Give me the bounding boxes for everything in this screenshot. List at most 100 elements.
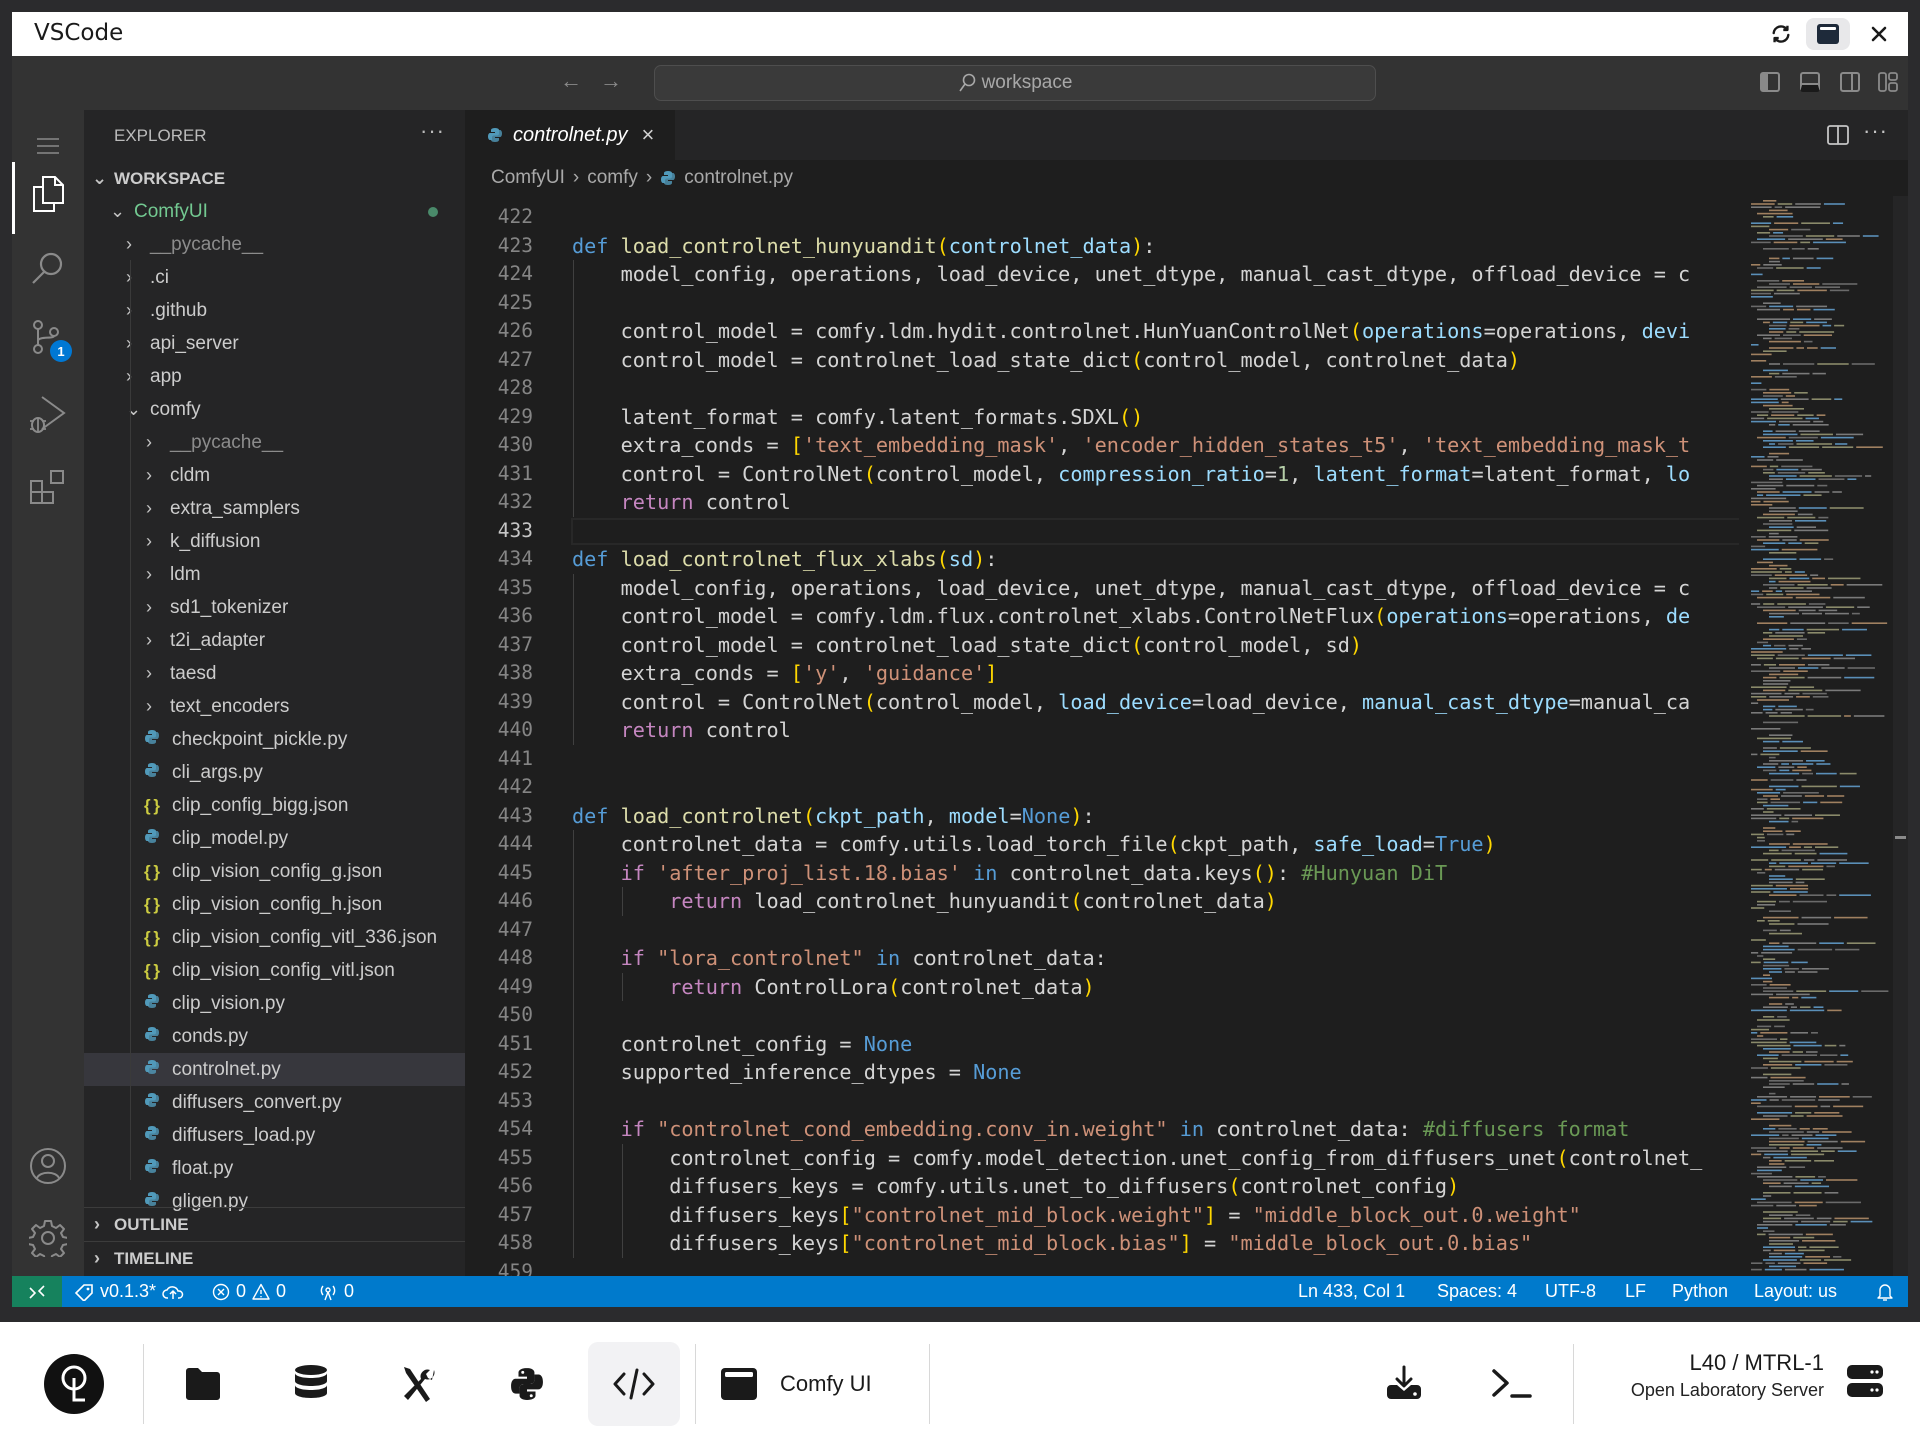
activity-accounts[interactable] (12, 1134, 84, 1198)
dock-tools[interactable] (373, 1342, 465, 1426)
language-mode[interactable]: Python (1672, 1276, 1728, 1307)
code-line[interactable]: control = ControlNet(control_model, load… (572, 688, 1691, 717)
outline-section-header[interactable]: › OUTLINE (84, 1208, 475, 1241)
code-line[interactable]: return control (572, 716, 791, 745)
tree-file[interactable]: clip_model.py (84, 822, 525, 855)
minimap[interactable] (1739, 196, 1908, 1276)
tree-folder[interactable]: › __pycache__ (84, 228, 507, 261)
tree-folder[interactable]: › .ci (84, 261, 507, 294)
code-line[interactable]: extra_conds = ['y', 'guidance'] (572, 659, 998, 688)
remote-indicator[interactable] (12, 1276, 62, 1307)
dock-running-app[interactable]: Comfy UI (720, 1342, 872, 1426)
tree-folder[interactable]: › extra_samplers (84, 492, 527, 525)
tree-file[interactable]: { } clip_vision_config_vitl.json (84, 954, 525, 987)
command-center-search[interactable]: workspace (654, 65, 1376, 101)
workspace-section-header[interactable]: ⌄ WORKSPACE (84, 162, 473, 195)
code-line[interactable]: controlnet_config = comfy.model_detectio… (572, 1144, 1702, 1173)
tree-folder[interactable]: › .github (84, 294, 507, 327)
tree-file[interactable]: cli_args.py (84, 756, 525, 789)
tree-folder[interactable]: › k_diffusion (84, 525, 527, 558)
code-line[interactable]: control_model = comfy.ldm.flux.controlne… (572, 602, 1691, 631)
code-line[interactable]: diffusers_keys = comfy.utils.unet_to_dif… (572, 1172, 1459, 1201)
tree-file[interactable]: clip_vision.py (84, 987, 525, 1020)
tree-folder[interactable]: › t2i_adapter (84, 624, 527, 657)
breadcrumb-item[interactable]: comfy (587, 167, 638, 189)
tree-file[interactable]: diffusers_load.py (84, 1119, 525, 1152)
tree-file[interactable]: float.py (84, 1152, 525, 1185)
dock-code[interactable] (588, 1342, 680, 1426)
tree-folder[interactable]: › __pycache__ (84, 426, 527, 459)
activity-search[interactable] (12, 236, 84, 300)
code-line[interactable]: if "controlnet_cond_embedding.conv_in.we… (572, 1115, 1630, 1144)
activity-run-debug[interactable] (12, 382, 84, 446)
toggle-primary-sidebar-icon[interactable] (1760, 72, 1780, 92)
split-editor-button[interactable] (1827, 124, 1849, 151)
code-line[interactable]: model_config, operations, load_device, u… (572, 574, 1691, 603)
back-arrow-icon[interactable]: ← (560, 68, 582, 94)
tree-file[interactable]: { } clip_vision_config_vitl_336.json (84, 921, 525, 954)
activity-extensions[interactable] (12, 456, 84, 520)
code-line[interactable]: diffusers_keys["controlnet_mid_block.bia… (572, 1229, 1532, 1258)
tree-file[interactable]: conds.py (84, 1020, 525, 1053)
code-editor[interactable]: 422 423 def load_controlnet_hunyuandit(con… (465, 196, 1739, 1276)
breadcrumb-item[interactable]: ComfyUI (491, 167, 565, 189)
code-line[interactable]: control_model = controlnet_load_state_di… (572, 631, 1362, 660)
tree-file[interactable]: { } clip_vision_config_g.json (84, 855, 525, 888)
code-line[interactable]: if "lora_controlnet" in controlnet_data: (572, 944, 1107, 973)
keyboard-layout[interactable]: Layout: us (1754, 1276, 1837, 1307)
tree-folder[interactable]: › cldm (84, 459, 527, 492)
dock-logo[interactable] (28, 1342, 120, 1426)
code-line[interactable]: model_config, operations, load_device, u… (572, 260, 1691, 289)
tab-controlnet-py[interactable]: controlnet.py × (465, 110, 675, 160)
tab-close-icon[interactable]: × (642, 122, 655, 148)
tree-file[interactable]: diffusers_convert.py (84, 1086, 525, 1119)
refresh-button[interactable] (1764, 18, 1798, 50)
code-line[interactable]: def load_controlnet_hunyuandit(controlne… (572, 232, 1155, 261)
tree-file[interactable]: checkpoint_pickle.py (84, 723, 525, 756)
dock-database[interactable] (265, 1342, 357, 1426)
breadcrumb-item[interactable]: controlnet.py (684, 167, 793, 189)
sidebar-more-button[interactable]: ··· (420, 118, 445, 144)
code-line[interactable]: extra_conds = ['text_embedding_mask', 'e… (572, 431, 1691, 460)
close-button[interactable] (1862, 18, 1896, 50)
eol-status[interactable]: LF (1625, 1276, 1646, 1307)
code-line[interactable]: control_model = comfy.ldm.hydit.controln… (572, 317, 1691, 346)
notifications-button[interactable] (1876, 1276, 1894, 1307)
code-line[interactable]: diffusers_keys["controlnet_mid_block.wei… (572, 1201, 1581, 1230)
code-line[interactable]: return ControlLora(controlnet_data) (572, 973, 1094, 1002)
tree-folder[interactable]: ⌄ comfy (84, 393, 507, 426)
tree-file[interactable]: { } clip_config_bigg.json (84, 789, 525, 822)
ports-status[interactable]: 0 (318, 1276, 354, 1307)
window-mode-button[interactable] (1806, 18, 1850, 50)
problems-status[interactable]: 0 0 (212, 1276, 286, 1307)
code-line[interactable]: control = ControlNet(control_model, comp… (572, 460, 1691, 489)
encoding-status[interactable]: UTF-8 (1545, 1276, 1596, 1307)
tree-root-comfyui[interactable]: ⌄ ComfyUI (84, 195, 491, 228)
activity-manage[interactable] (12, 1206, 84, 1270)
code-line[interactable]: control_model = controlnet_load_state_di… (572, 346, 1520, 375)
toggle-secondary-sidebar-icon[interactable] (1840, 72, 1860, 92)
dock-download[interactable] (1358, 1342, 1450, 1426)
cursor-position[interactable]: Ln 433, Col 1 (1298, 1276, 1405, 1307)
code-line[interactable]: supported_inference_dtypes = None (572, 1058, 1022, 1087)
code-line[interactable]: if 'after_proj_list.18.bias' in controln… (572, 859, 1448, 888)
code-line[interactable]: controlnet_config = None (572, 1030, 913, 1059)
tree-folder[interactable]: › ldm (84, 558, 527, 591)
vertical-scrollbar[interactable] (1893, 196, 1908, 1276)
code-line[interactable]: controlnet_data = comfy.utils.load_torch… (572, 830, 1496, 859)
code-line[interactable]: latent_format = comfy.latent_formats.SDX… (572, 403, 1144, 432)
dock-python[interactable] (481, 1342, 573, 1426)
dock-terminal[interactable] (1466, 1342, 1558, 1426)
editor-more-actions[interactable]: ··· (1863, 118, 1888, 144)
code-line[interactable]: def load_controlnet_flux_xlabs(sd): (572, 545, 997, 574)
tree-folder[interactable]: › sd1_tokenizer (84, 591, 527, 624)
timeline-section-header[interactable]: › TIMELINE (84, 1242, 475, 1275)
tree-file[interactable]: controlnet.py (84, 1053, 525, 1086)
customize-layout-icon[interactable] (1878, 72, 1898, 92)
dock-files[interactable] (157, 1342, 249, 1426)
code-line[interactable]: return load_controlnet_hunyuandit(contro… (572, 887, 1277, 916)
code-line[interactable]: def load_controlnet(ckpt_path, model=Non… (572, 802, 1095, 831)
forward-arrow-icon[interactable]: → (600, 68, 622, 94)
tree-folder[interactable]: › text_encoders (84, 690, 527, 723)
indentation-status[interactable]: Spaces: 4 (1437, 1276, 1517, 1307)
